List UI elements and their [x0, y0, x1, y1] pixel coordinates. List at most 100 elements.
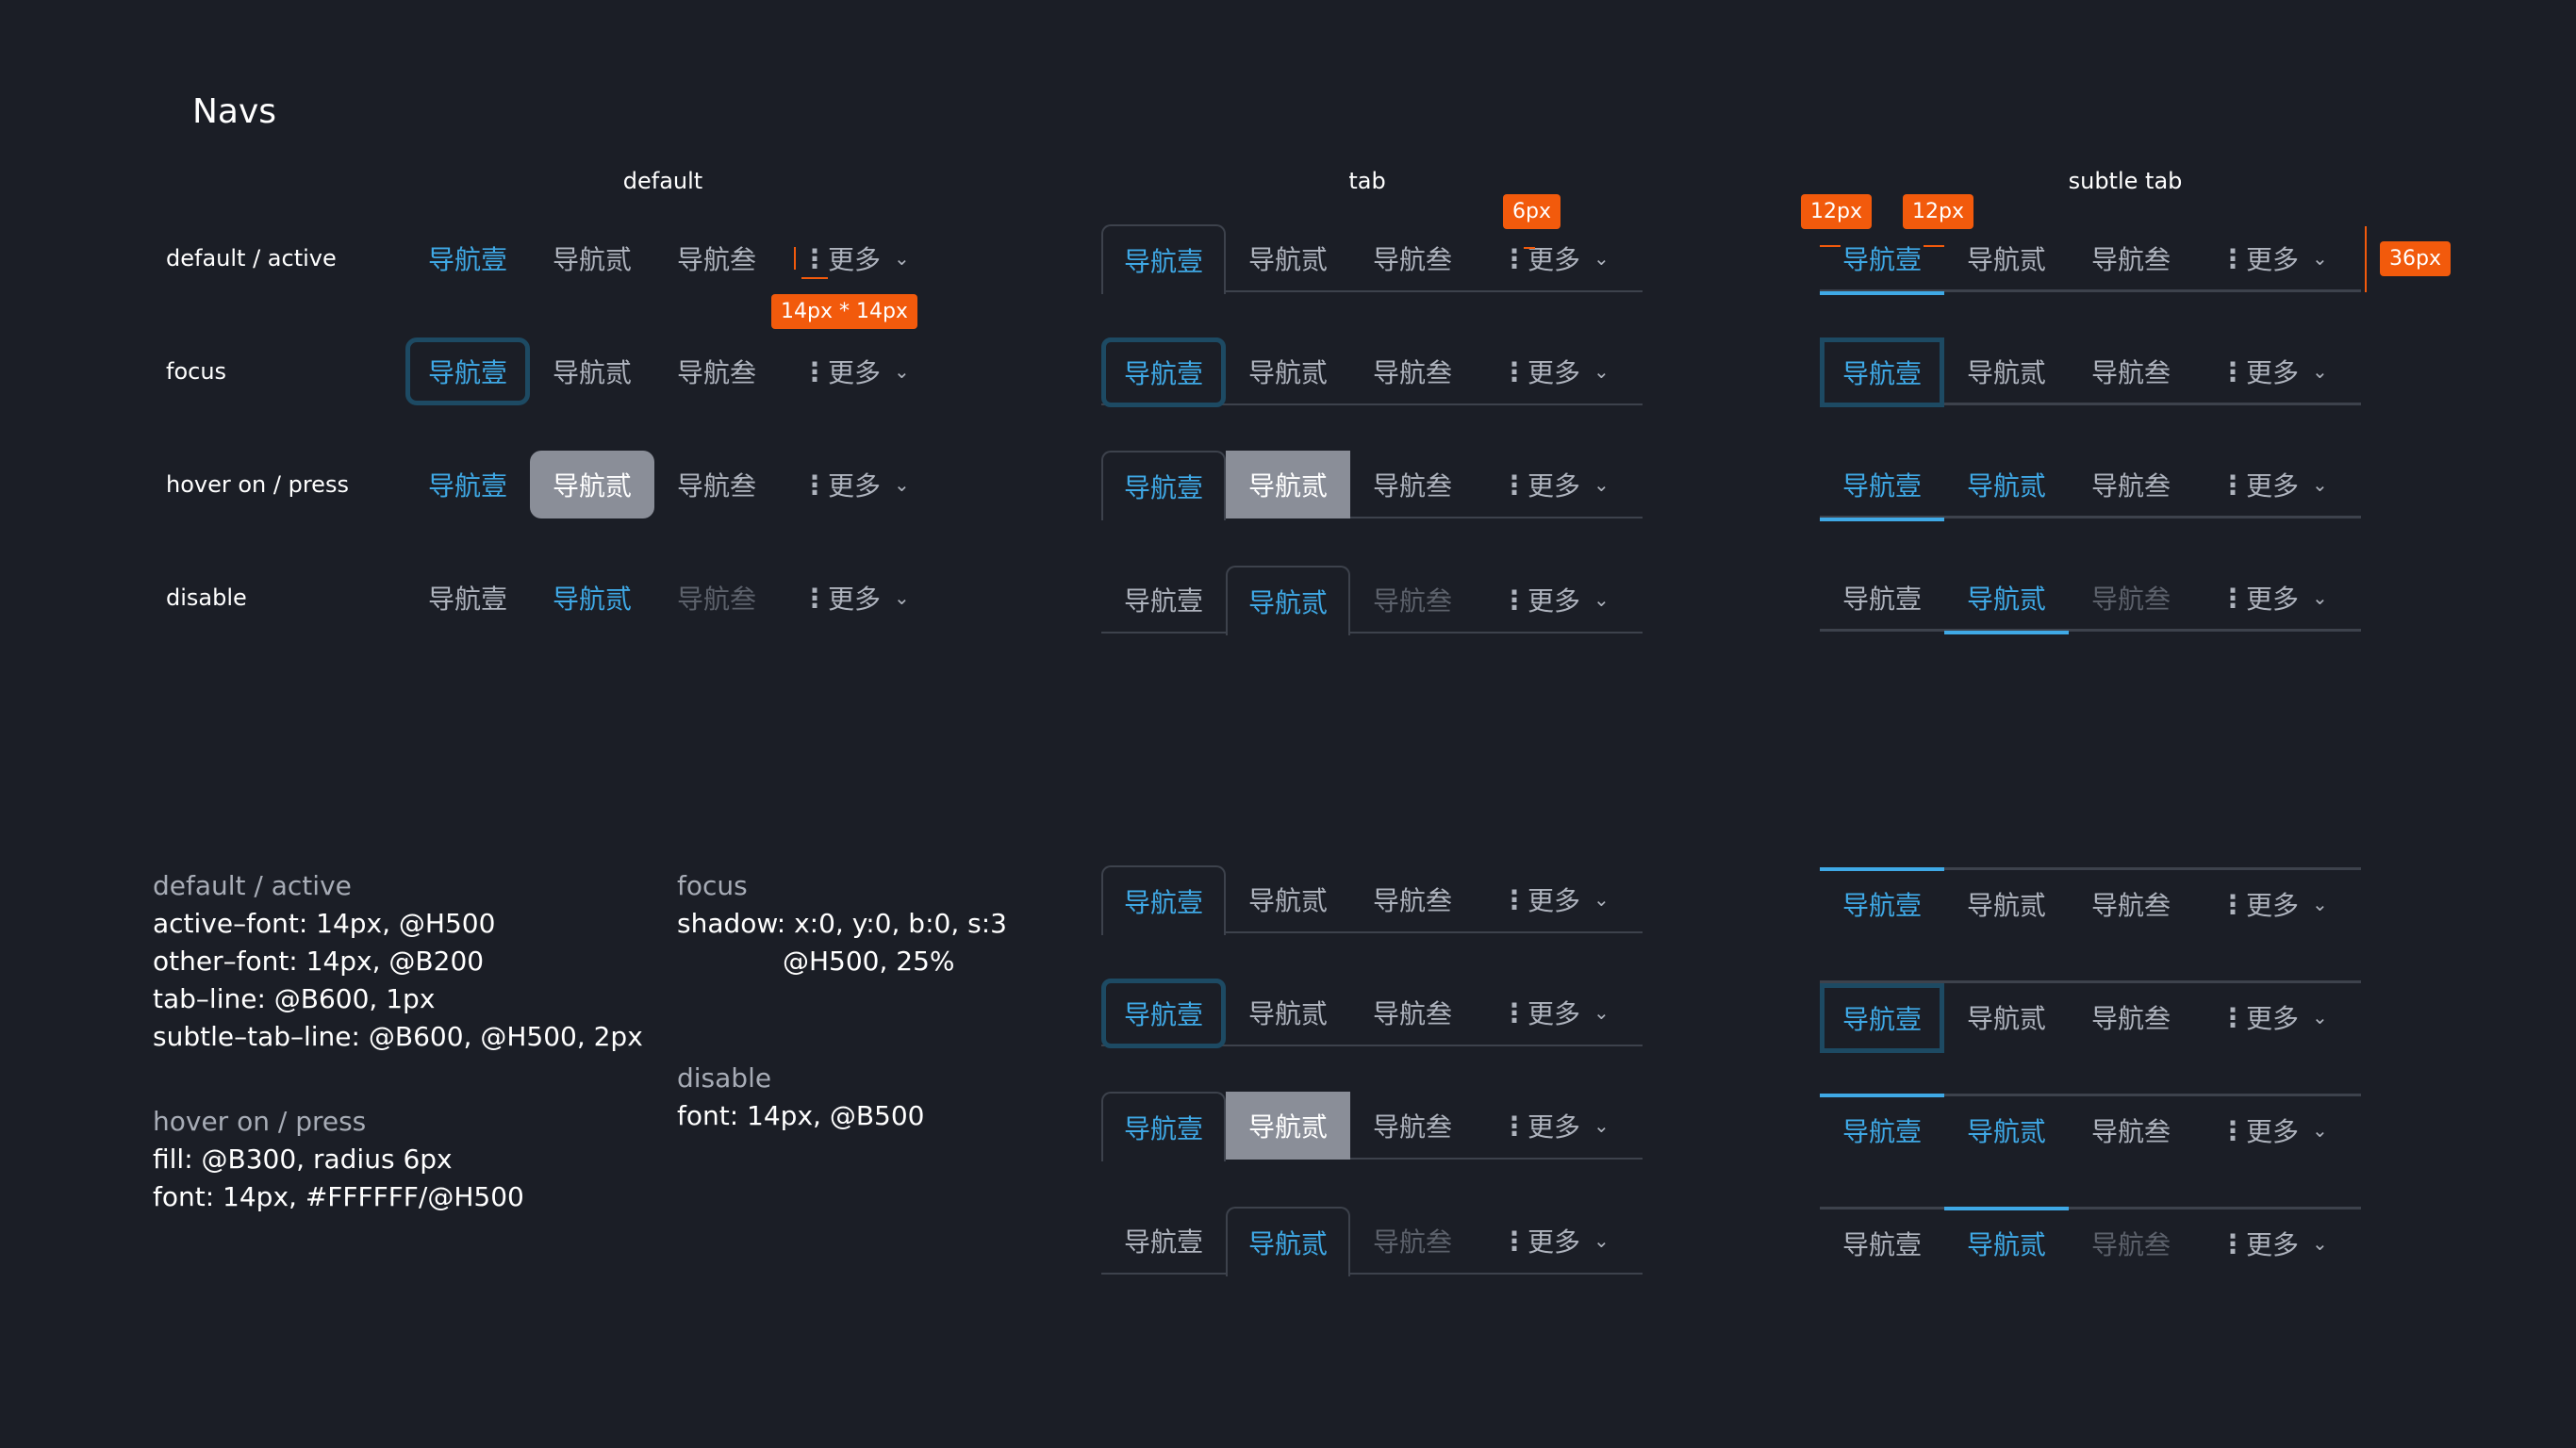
nav-item-three[interactable]: 导航叁 — [2069, 224, 2193, 292]
chevron-down-icon: ⌄ — [2312, 473, 2328, 496]
more-menu[interactable]: ⋮ 更多 ⌄ — [2220, 983, 2328, 1051]
nav-item-two[interactable]: 导航贰 — [1226, 337, 1350, 405]
chevron-down-icon: ⌄ — [2312, 1006, 2328, 1028]
more-menu[interactable]: ⋮ 更多 ⌄ — [2220, 564, 2328, 632]
nav-item-three: 导航叁 — [2090, 584, 2171, 615]
nav-item-two[interactable]: 导航贰 — [1944, 1096, 2069, 1164]
more-label: 更多 — [1527, 357, 1581, 388]
chevron-down-icon: ⌄ — [1593, 588, 1610, 611]
nav-item-three[interactable]: 导航叁 — [2069, 337, 2193, 405]
nav-item-one[interactable]: 导航壹 — [1101, 566, 1226, 634]
nav-item-three[interactable]: 导航叁 — [1350, 979, 1475, 1046]
nav-item-one[interactable]: 导航壹 — [1101, 1092, 1226, 1161]
nav-item-one[interactable]: 导航壹 — [405, 224, 530, 292]
nav-item-three[interactable]: 导航叁 — [1350, 1092, 1475, 1160]
nav-item-three[interactable]: 导航叁 — [1350, 337, 1475, 405]
nav-item-one[interactable]: 导航壹 — [405, 337, 530, 405]
nav-item-one[interactable]: 导航壹 — [1820, 564, 1944, 632]
nav-item-one[interactable]: 导航壹 — [1820, 867, 1944, 938]
column-title-default: default — [622, 168, 703, 194]
nav-item-two[interactable]: 导航贰 — [530, 564, 654, 632]
nav-item-one[interactable]: 导航壹 — [1101, 1207, 1226, 1275]
measure-line — [2365, 226, 2367, 292]
nav-item-two[interactable]: 导航贰 — [1226, 865, 1350, 933]
more-menu[interactable]: ⋮ 更多 ⌄ — [801, 451, 910, 518]
nav-item-one[interactable]: 导航壹 — [1101, 224, 1226, 294]
nav-item-two[interactable]: 导航贰 — [530, 451, 654, 518]
nav-item-three[interactable]: 导航叁 — [654, 337, 779, 405]
more-menu[interactable]: ⋮ 更多 ⌄ — [801, 337, 910, 405]
more-menu[interactable]: ⋮ 更多 ⌄ — [801, 564, 910, 632]
more-dots-icon: ⋮ — [2220, 1227, 2246, 1259]
nav-item-two[interactable]: 导航贰 — [1944, 564, 2069, 634]
nav-item-one[interactable]: 导航壹 — [1820, 1209, 1944, 1277]
nav-item-one[interactable]: 导航壹 — [1820, 451, 1944, 521]
nav-item-three: 导航叁 — [2090, 1229, 2171, 1260]
nav-item-one[interactable]: 导航壹 — [1820, 1094, 1944, 1164]
nav-item-two[interactable]: 导航贰 — [1944, 870, 2069, 938]
nav-item-two[interactable]: 导航贰 — [1944, 1207, 2069, 1277]
nav-item-two[interactable]: 导航贰 — [1226, 979, 1350, 1046]
nav-item-three[interactable]: 导航叁 — [1350, 224, 1475, 292]
chevron-down-icon: ⌄ — [2312, 247, 2328, 270]
nav-item-one[interactable]: 导航壹 — [405, 451, 530, 518]
more-label: 更多 — [2246, 357, 2300, 388]
nav-item-one[interactable]: 导航壹 — [1101, 451, 1226, 520]
more-menu[interactable]: ⋮ 更多 ⌄ — [1501, 979, 1610, 1046]
nav-item-one[interactable]: 导航壹 — [1820, 337, 1944, 407]
nav-item-one[interactable]: 导航壹 — [405, 564, 530, 632]
more-menu[interactable]: ⋮ 更多 ⌄ — [1501, 224, 1610, 292]
more-menu[interactable]: ⋮ 更多 ⌄ — [801, 224, 910, 292]
subtle-nav-example-focus: 导航壹 导航贰 导航叁 ⋮ 更多 ⌄ — [1820, 980, 2361, 1053]
more-label: 更多 — [1527, 1226, 1581, 1258]
nav-item-two[interactable]: 导航贰 — [1944, 337, 2069, 405]
nav-item-two[interactable]: 导航贰 — [1944, 224, 2069, 292]
nav-item-two[interactable]: 导航贰 — [1226, 224, 1350, 292]
nav-item-two[interactable]: 导航贰 — [1226, 566, 1350, 635]
nav-item-two[interactable]: 导航贰 — [1226, 1092, 1350, 1160]
more-label: 更多 — [2246, 244, 2300, 275]
more-label: 更多 — [2246, 584, 2300, 615]
more-menu[interactable]: ⋮ 更多 ⌄ — [2220, 1096, 2328, 1164]
spec-line: font: 14px, @B500 — [677, 1100, 925, 1131]
nav-item-two[interactable]: 导航贰 — [1226, 1207, 1350, 1276]
more-menu[interactable]: ⋮ 更多 ⌄ — [1501, 1207, 1610, 1275]
tab-nav-disable: 导航壹 导航贰 导航叁 ⋮ 更多 ⌄ — [1101, 566, 1643, 635]
nav-item-three[interactable]: 导航叁 — [2069, 1096, 2193, 1164]
more-menu[interactable]: ⋮ 更多 ⌄ — [2220, 451, 2328, 518]
nav-item-three[interactable]: 导航叁 — [2069, 451, 2193, 518]
subtle-nav-hover: 导航壹 导航贰 导航叁 ⋮ 更多 ⌄ — [1820, 451, 2361, 521]
nav-item-two[interactable]: 导航贰 — [530, 224, 654, 292]
more-dots-icon: ⋮ — [2220, 355, 2246, 387]
nav-item-three[interactable]: 导航叁 — [654, 224, 779, 292]
spec-line: active–font: 14px, @H500 — [153, 908, 496, 939]
nav-item-three[interactable]: 导航叁 — [2069, 870, 2193, 938]
spec-line: shadow: x:0, y:0, b:0, s:3 — [677, 908, 1007, 939]
more-menu[interactable]: ⋮ 更多 ⌄ — [2220, 1209, 2328, 1277]
more-dots-icon: ⋮ — [801, 355, 828, 387]
nav-item-one[interactable]: 导航壹 — [1820, 983, 1944, 1053]
more-menu[interactable]: ⋮ 更多 ⌄ — [1501, 566, 1610, 634]
nav-item-two[interactable]: 导航贰 — [1226, 451, 1350, 518]
nav-item-one[interactable]: 导航壹 — [1101, 337, 1226, 407]
more-menu[interactable]: ⋮ 更多 ⌄ — [1501, 865, 1610, 933]
more-menu[interactable]: ⋮ 更多 ⌄ — [1501, 451, 1610, 518]
nav-item-two[interactable]: 导航贰 — [1944, 451, 2069, 518]
more-menu[interactable]: ⋮ 更多 ⌄ — [1501, 1092, 1610, 1160]
annotation-size: 14px * 14px — [771, 294, 917, 329]
tab-nav-focus: 导航壹 导航贰 导航叁 ⋮ 更多 ⌄ — [1101, 337, 1643, 407]
more-menu[interactable]: ⋮ 更多 ⌄ — [2220, 224, 2328, 292]
nav-item-one[interactable]: 导航壹 — [1820, 224, 1944, 295]
nav-item-one[interactable]: 导航壹 — [1101, 865, 1226, 935]
nav-item-three[interactable]: 导航叁 — [1350, 865, 1475, 933]
chevron-down-icon: ⌄ — [894, 360, 910, 383]
nav-item-two[interactable]: 导航贰 — [1944, 983, 2069, 1051]
nav-item-one[interactable]: 导航壹 — [1101, 979, 1226, 1048]
more-menu[interactable]: ⋮ 更多 ⌄ — [2220, 337, 2328, 405]
nav-item-two[interactable]: 导航贰 — [530, 337, 654, 405]
nav-item-three[interactable]: 导航叁 — [2069, 983, 2193, 1051]
more-menu[interactable]: ⋮ 更多 ⌄ — [1501, 337, 1610, 405]
nav-item-three[interactable]: 导航叁 — [654, 451, 779, 518]
more-menu[interactable]: ⋮ 更多 ⌄ — [2220, 870, 2328, 938]
nav-item-three[interactable]: 导航叁 — [1350, 451, 1475, 518]
